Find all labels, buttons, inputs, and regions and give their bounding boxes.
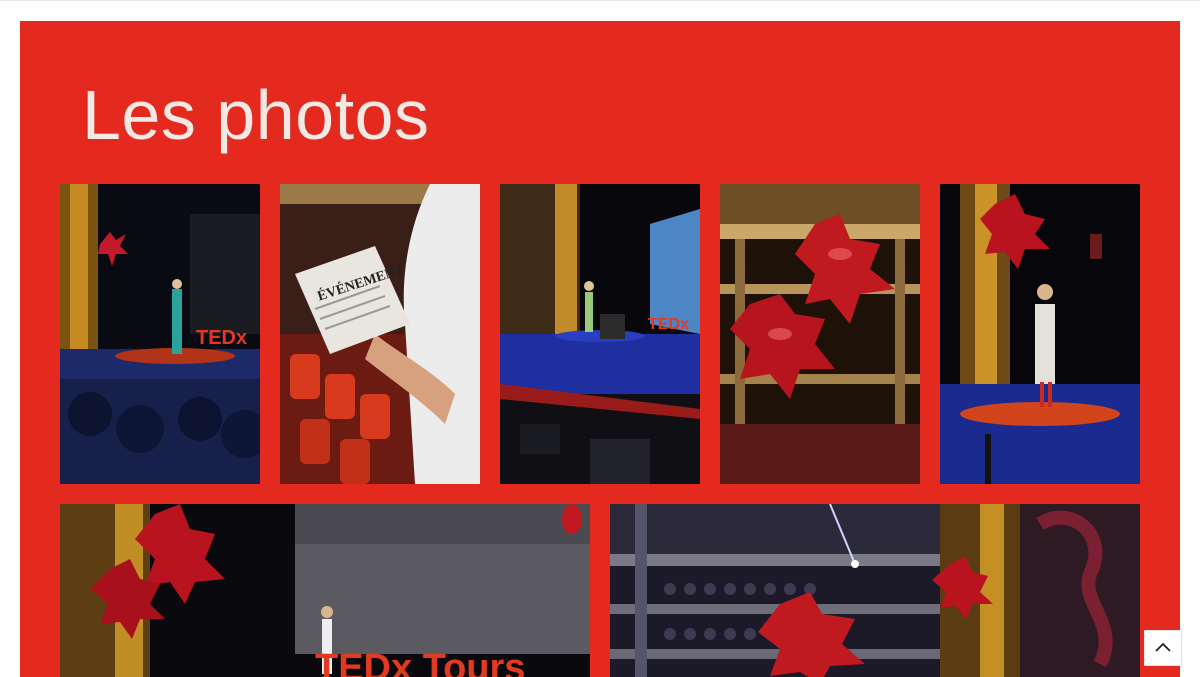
page-top-divider — [0, 0, 1200, 1]
photos-section: Les photos TEDx ÉVÉNEMENT TEDx TEDx Tour… — [20, 21, 1180, 677]
photo-6-stage-text: TEDx Tours — [315, 647, 525, 677]
photo-3-image: TEDx — [500, 184, 700, 484]
photo-speaker-lectern[interactable]: TEDx — [500, 184, 700, 484]
photo-7-image — [610, 504, 1140, 677]
photo-theatre-balconies-audience[interactable] — [610, 504, 1140, 677]
photo-speaker-teal-dress[interactable]: TEDx — [60, 184, 260, 484]
photo-1-image: TEDx — [60, 184, 260, 484]
photo-1-stage-text: TEDx — [196, 327, 247, 349]
section-title: Les photos — [82, 76, 430, 154]
back-to-top-button[interactable] — [1144, 630, 1182, 666]
chevron-up-icon — [1155, 642, 1171, 652]
photo-2-image: ÉVÉNEMENT — [280, 184, 480, 484]
photo-speaker-patterned-dress[interactable] — [940, 184, 1140, 484]
photo-3-stage-text: TEDx — [648, 316, 689, 333]
photo-5-image — [940, 184, 1140, 484]
photo-newspaper-reader[interactable]: ÉVÉNEMENT — [280, 184, 480, 484]
photo-stage-wide-tedx-tours[interactable]: TEDx Tours — [60, 504, 590, 677]
photo-6-image: TEDx Tours — [60, 504, 590, 677]
photo-4-image — [720, 184, 920, 484]
photo-red-balloons-balconies[interactable] — [720, 184, 920, 484]
